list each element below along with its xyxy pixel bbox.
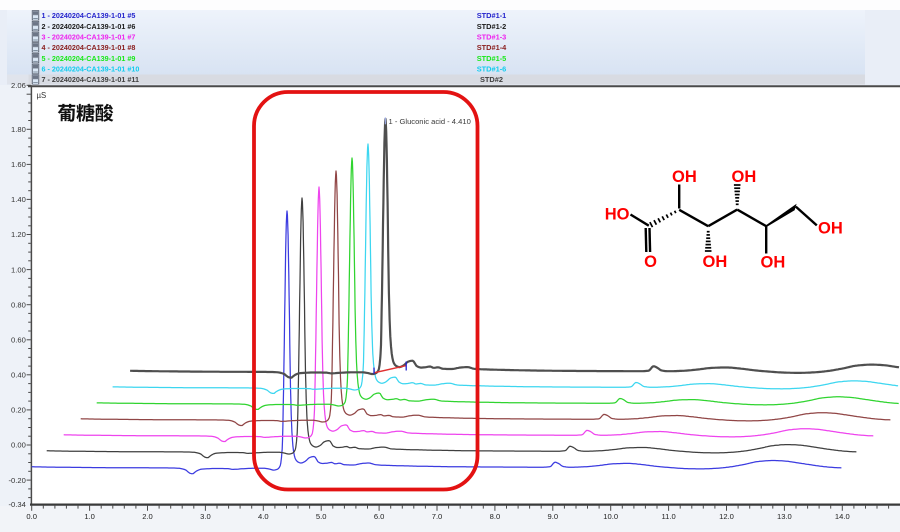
svg-text:4 - 20240204-CA139-1-01 #8: 4 - 20240204-CA139-1-01 #8 — [42, 43, 136, 52]
svg-text:OH: OH — [732, 168, 757, 186]
svg-text:0.40: 0.40 — [11, 371, 26, 380]
svg-text:OH: OH — [672, 168, 697, 186]
svg-text:µS: µS — [37, 91, 47, 100]
svg-text:0.80: 0.80 — [11, 300, 26, 309]
svg-text:10.0: 10.0 — [603, 512, 618, 521]
svg-text:12.0: 12.0 — [719, 512, 734, 521]
svg-text:0.20: 0.20 — [11, 406, 26, 415]
svg-text:2.06: 2.06 — [11, 81, 26, 90]
svg-text:0.60: 0.60 — [11, 336, 26, 345]
svg-text:7.0: 7.0 — [432, 512, 443, 521]
svg-text:0.0: 0.0 — [26, 512, 37, 521]
svg-text:STD#1-6: STD#1-6 — [477, 65, 507, 74]
svg-text:1.60: 1.60 — [11, 160, 26, 169]
svg-text:9.0: 9.0 — [548, 512, 559, 521]
svg-text:13.0: 13.0 — [777, 512, 792, 521]
svg-text:7 - 20240204-CA139-1-01 #11: 7 - 20240204-CA139-1-01 #11 — [42, 75, 140, 84]
svg-text:O: O — [644, 253, 657, 271]
svg-text:6.0: 6.0 — [374, 512, 385, 521]
svg-text:3.0: 3.0 — [200, 512, 211, 521]
svg-text:1.80: 1.80 — [11, 125, 26, 134]
svg-text:8.0: 8.0 — [490, 512, 501, 521]
svg-text:OH: OH — [761, 254, 786, 272]
svg-text:6 - 20240204-CA139-1-01 #10: 6 - 20240204-CA139-1-01 #10 — [42, 65, 140, 74]
svg-text:1.00: 1.00 — [11, 265, 26, 274]
svg-text:HO: HO — [605, 206, 630, 224]
svg-text:STD#1-2: STD#1-2 — [477, 22, 507, 31]
svg-text:5.0: 5.0 — [316, 512, 327, 521]
svg-text:4.0: 4.0 — [258, 512, 269, 521]
svg-text:-0.20: -0.20 — [8, 476, 25, 485]
svg-text:1.0: 1.0 — [84, 512, 95, 521]
svg-text:3 - 20240204-CA139-1-01 #7: 3 - 20240204-CA139-1-01 #7 — [42, 33, 136, 42]
svg-text:1.40: 1.40 — [11, 195, 26, 204]
svg-text:OH: OH — [818, 220, 843, 238]
svg-text:2 - 20240204-CA139-1-01 #6: 2 - 20240204-CA139-1-01 #6 — [42, 22, 136, 31]
svg-text:1.20: 1.20 — [11, 230, 26, 239]
svg-text:1 - Gluconic acid - 4.410: 1 - Gluconic acid - 4.410 — [389, 117, 471, 126]
svg-text:5 - 20240204-CA139-1-01 #9: 5 - 20240204-CA139-1-01 #9 — [42, 54, 136, 63]
svg-text:OH: OH — [703, 253, 728, 271]
svg-text:STD#1-5: STD#1-5 — [477, 54, 507, 63]
svg-text:0.00: 0.00 — [11, 441, 26, 450]
svg-text:STD#1-1: STD#1-1 — [477, 11, 507, 20]
svg-text:-0.34: -0.34 — [8, 500, 25, 509]
svg-text:STD#1-3: STD#1-3 — [477, 33, 507, 42]
svg-text:2.0: 2.0 — [142, 512, 153, 521]
svg-text:STD#1-4: STD#1-4 — [477, 43, 507, 52]
svg-text:11.0: 11.0 — [661, 512, 675, 521]
svg-text:STD#2: STD#2 — [480, 75, 503, 84]
svg-text:14.0: 14.0 — [835, 512, 850, 521]
svg-text:1 - 20240204-CA139-1-01 #5: 1 - 20240204-CA139-1-01 #5 — [42, 11, 136, 20]
